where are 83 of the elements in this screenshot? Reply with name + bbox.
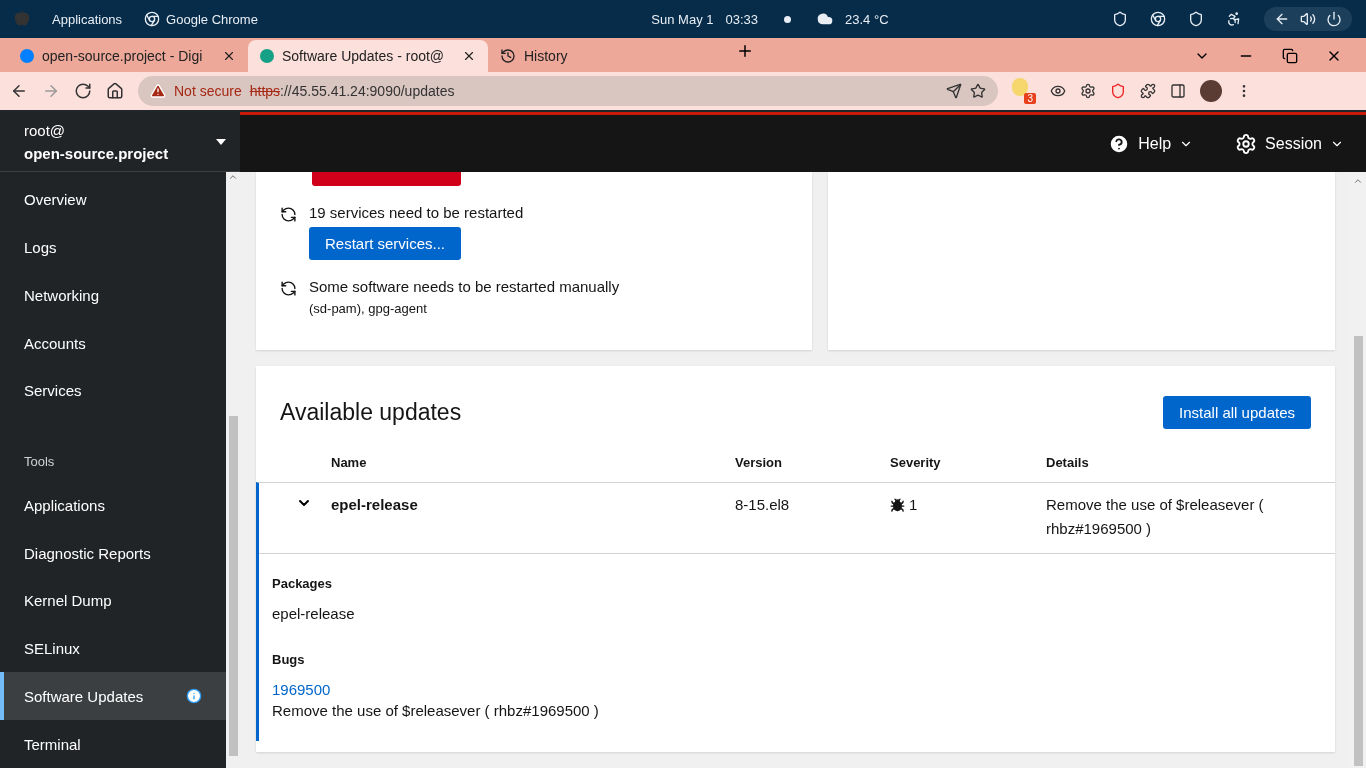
table-cell-text: 8-15.el8	[735, 495, 791, 515]
reload-icon[interactable]	[74, 82, 92, 100]
session-menu[interactable]: Session	[1229, 131, 1350, 156]
system-menu[interactable]	[1264, 7, 1352, 31]
gear-icon	[1235, 132, 1258, 155]
nav-item[interactable]: Overview	[0, 176, 226, 224]
scroll-up-icon[interactable]	[228, 172, 238, 182]
restore-icon[interactable]	[1282, 48, 1298, 64]
bookmark-star-icon[interactable]	[970, 83, 986, 99]
scrollbar-thumb[interactable]	[1353, 336, 1363, 766]
nav-item[interactable]: Accounts	[0, 319, 226, 367]
close-icon[interactable]	[222, 49, 236, 63]
table-cell-text: Remove the use of $releasever ( rhbz#1969500 )	[1046, 495, 1265, 539]
detail-value: epel-release	[272, 605, 356, 622]
detail-label: Bugs	[272, 652, 306, 667]
nav-item[interactable]: Logs	[0, 223, 226, 272]
column-header: Name	[331, 454, 368, 472]
nav-item[interactable]: Terminal	[0, 720, 226, 768]
restart-services-button[interactable]: Restart services...	[309, 227, 462, 260]
url-text: https://45.55.41.24:9090/updates	[249, 83, 456, 99]
nav-item[interactable]: Networking	[0, 271, 226, 320]
cloud-icon	[817, 11, 834, 27]
caret-icon	[216, 138, 226, 145]
avatar[interactable]	[1200, 80, 1222, 102]
new-tab-icon[interactable]	[736, 42, 754, 60]
nav-item[interactable]: SELinux	[0, 624, 226, 673]
table-cell-text: 1	[909, 495, 918, 515]
accessibility-icon[interactable]	[1226, 11, 1242, 27]
side-panel-icon[interactable]	[1170, 83, 1186, 99]
browser-tab[interactable]: History	[488, 40, 728, 72]
nav-heading: Tools	[23, 453, 56, 472]
browser-icon	[144, 11, 161, 27]
back-icon[interactable]	[10, 82, 28, 100]
applications-menu[interactable]: Applications	[52, 11, 123, 27]
close-icon[interactable]	[462, 49, 476, 63]
security-label[interactable]: Not secure	[174, 83, 242, 99]
column-header: Version	[735, 454, 783, 472]
restart-icon	[280, 280, 297, 297]
clock-text[interactable]: 03:33	[725, 11, 759, 27]
help-menu[interactable]: Help	[1102, 131, 1200, 156]
shield-icon[interactable]	[1188, 11, 1204, 27]
site-icon	[260, 49, 274, 63]
bug-icon	[890, 497, 905, 513]
bug-link[interactable]: 1969500	[272, 681, 1322, 698]
volume-icon	[1300, 11, 1316, 27]
process-list: (sd-pam), gpg-agent	[309, 301, 427, 316]
history-icon	[500, 48, 516, 64]
send-icon[interactable]	[946, 83, 962, 99]
section-title: Available updates	[280, 399, 462, 426]
nav-item[interactable]: Services	[0, 367, 226, 415]
browser-tab[interactable]: Software Updates - root@	[248, 40, 488, 72]
nav-item[interactable]: Kernel Dump	[0, 576, 226, 625]
nav-item[interactable]: Diagnostic Reports	[0, 529, 226, 577]
table-cell-text: epel-release	[331, 495, 419, 515]
puzzle-icon[interactable]	[1140, 83, 1156, 99]
nav-item[interactable]: Software Updates	[0, 672, 226, 721]
warning-icon	[150, 83, 166, 99]
shield-icon[interactable]	[1112, 11, 1128, 27]
weather-text[interactable]: 23.4 °C	[845, 11, 889, 27]
address-bar[interactable]: Not secure https://45.55.41.24:9090/updates	[138, 76, 998, 106]
column-header: Severity	[890, 454, 942, 472]
restart-message: Some software needs to be restarted manually	[309, 278, 620, 295]
extension-badge: 3	[1024, 93, 1036, 104]
scrollbar-thumb[interactable]	[228, 416, 238, 756]
help-icon	[1108, 132, 1131, 155]
home-icon[interactable]	[106, 82, 124, 100]
eye-icon[interactable]	[1050, 83, 1066, 99]
date-text[interactable]: Sun May 1	[651, 11, 714, 27]
bug-description: Remove the use of $releasever ( rhbz#1969500 )	[272, 702, 600, 719]
active-app-name[interactable]: Google Chrome	[166, 11, 258, 27]
restart-icon	[280, 206, 297, 223]
install-all-button[interactable]: Install all updates	[1163, 396, 1311, 429]
status-dot	[784, 15, 792, 23]
restart-message: 19 services need to be restarted	[309, 204, 524, 221]
site-icon	[20, 49, 34, 63]
browser-icon[interactable]	[1150, 11, 1166, 27]
detail-label: Packages	[272, 576, 333, 591]
power-icon	[1326, 11, 1342, 27]
nav-item[interactable]: Applications	[0, 481, 226, 530]
browser-tab[interactable]: open-source.project - Digi	[8, 40, 248, 72]
column-header: Details	[1046, 454, 1090, 472]
scroll-up-icon[interactable]	[1353, 176, 1363, 186]
apple-logo-icon	[14, 9, 30, 26]
